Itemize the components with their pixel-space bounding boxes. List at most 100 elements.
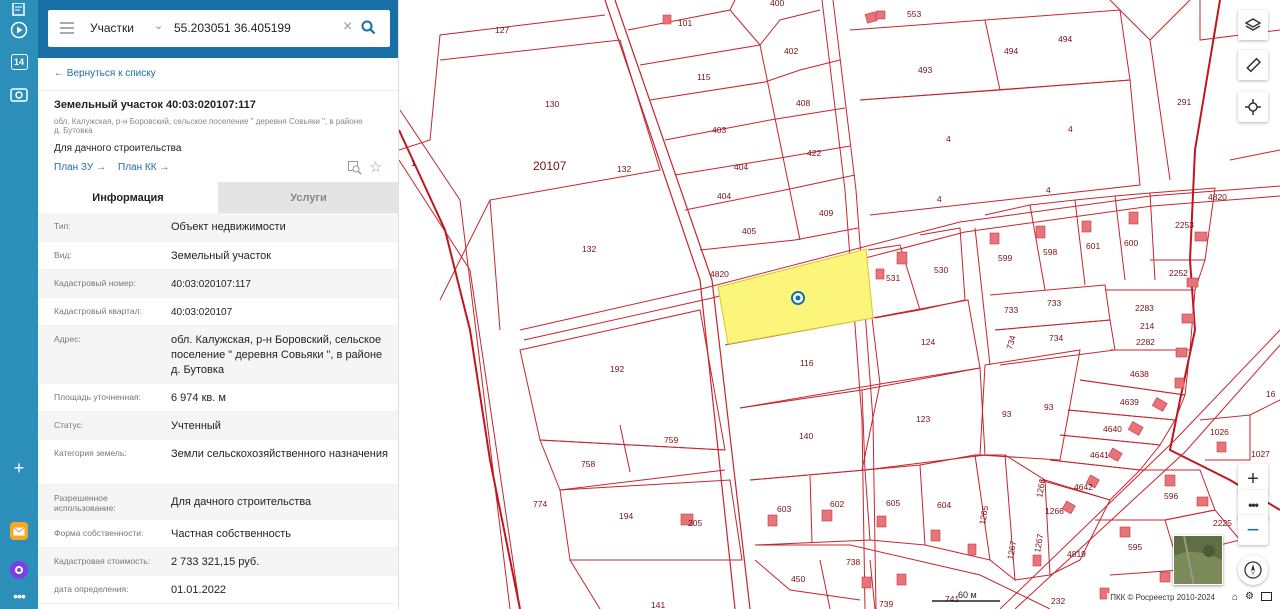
copyright-text: ПКК © Росреестр 2010-2024: [1107, 593, 1218, 602]
parcel-label: 1265: [977, 505, 990, 526]
row-label: Статус:: [54, 420, 84, 430]
parcel-label: 1266: [1045, 506, 1064, 516]
info-row: Форма собственности: Частная собственност…: [38, 520, 398, 548]
more-icon[interactable]: •••: [9, 586, 29, 606]
camera-icon[interactable]: [9, 84, 29, 104]
row-value: Частная собственность: [171, 528, 292, 540]
parcel-label: 192: [610, 364, 624, 374]
calendar-icon[interactable]: 14: [9, 52, 29, 72]
search-icon[interactable]: [361, 20, 376, 40]
ruler-icon: [1246, 57, 1261, 73]
parcel-label: 2252: [1169, 268, 1188, 278]
tools-icon[interactable]: ⚙: [1245, 591, 1254, 602]
plan-kk-link[interactable]: План КК →: [118, 162, 169, 173]
info-row: Площадь уточненная: 6 974 кв. м: [38, 384, 398, 412]
parcel-label: 93: [1002, 409, 1012, 419]
parcel-label: 530: [934, 265, 948, 275]
parcel-label: 759: [664, 435, 678, 445]
row-label: Адрес:: [54, 334, 81, 344]
row-label: Кадастровый квартал:: [54, 306, 142, 316]
parcel-label: 2283: [1135, 303, 1154, 313]
info-row: дата определения: 01.01.2022: [38, 576, 398, 604]
play-icon[interactable]: [9, 20, 29, 40]
layer-select[interactable]: Участки: [90, 21, 134, 35]
scale-bar: 60 м: [932, 590, 1000, 602]
parcel-label: 409: [819, 208, 833, 218]
notes-icon[interactable]: [9, 0, 29, 20]
parcel-label: 4639: [1120, 397, 1139, 407]
parcel-label: 116: [800, 358, 814, 368]
locate-button[interactable]: [1238, 92, 1268, 122]
parcel-label: 194: [619, 511, 633, 521]
parcel-label: 596: [1164, 491, 1178, 501]
assistant-icon[interactable]: [9, 560, 29, 580]
parcel-title: Земельный участок 40:03:020107:117: [54, 99, 256, 111]
parcel-label: 1267: [1005, 540, 1018, 561]
layers-icon: [1245, 18, 1261, 31]
info-row: Тип: Объект недвижимости: [38, 213, 398, 242]
mail-app-icon[interactable]: [9, 521, 29, 541]
parcel-label: 205: [688, 518, 702, 528]
parcel-label: 405: [742, 226, 756, 236]
add-icon[interactable]: +: [9, 458, 29, 478]
compass-button[interactable]: [1238, 555, 1268, 585]
parcel-label: 4: [946, 134, 951, 144]
parcel-label: 422: [807, 148, 821, 158]
parcel-label: 494: [1058, 34, 1072, 44]
parcel-label: 4: [1068, 124, 1073, 134]
parcel-label: 140: [799, 431, 813, 441]
search-input[interactable]: 55.203051 36.405199: [174, 21, 291, 35]
parcel-label: 758: [581, 459, 595, 469]
row-label: Площадь уточненная:: [54, 392, 141, 402]
parcel-label: 16: [1266, 389, 1276, 399]
parcel-label: 2225: [1213, 518, 1232, 528]
cadastral-quarter-link[interactable]: 40:03:020107: [171, 305, 391, 320]
tab-services[interactable]: Услуги: [218, 182, 398, 213]
location-pin-icon: [795, 295, 801, 301]
favorite-star-icon[interactable]: ☆: [369, 158, 382, 176]
parcel-label: 603: [777, 504, 791, 514]
parcel-label: 130: [545, 99, 559, 109]
layers-button[interactable]: [1238, 10, 1268, 40]
row-value: Учтенный: [171, 420, 221, 432]
back-to-list-link[interactable]: ← Вернуться к списку: [54, 68, 156, 79]
parcel-label: 214: [1140, 321, 1154, 331]
parcel-label: 132: [582, 244, 596, 254]
clear-icon[interactable]: ×: [343, 18, 352, 36]
ruler-button[interactable]: [1238, 50, 1268, 80]
parcel-label: 599: [998, 253, 1012, 263]
fullscreen-icon[interactable]: [1261, 592, 1272, 601]
row-label: Форма собственности:: [54, 528, 144, 538]
parcel-label: 734: [1004, 334, 1017, 351]
info-row: Статус: Учтенный: [38, 412, 398, 440]
parcel-label: 1027: [1251, 449, 1270, 459]
compass-icon: [1244, 561, 1262, 579]
zoom-to-icon[interactable]: [348, 161, 362, 180]
parcel-label: 602: [830, 499, 844, 509]
menu-icon[interactable]: [60, 22, 74, 34]
parcel-purpose: Для дачного строительства: [54, 143, 182, 154]
parcel-label: 1: [411, 158, 416, 168]
home-icon[interactable]: ⌂: [1232, 592, 1238, 603]
satellite-thumbnail[interactable]: [1173, 535, 1223, 585]
info-row: Кадастровая стоимость: 2 733 321,15 руб.: [38, 548, 398, 576]
cadastral-map[interactable]: 20107 4820 4820 127 130 132 132 1 101 40…: [399, 0, 1280, 609]
parcel-label: 738: [846, 557, 860, 567]
zoom-out-button[interactable]: −: [1238, 515, 1268, 545]
plan-zu-link[interactable]: План ЗУ →: [54, 162, 106, 173]
row-label: Категория земель:: [54, 448, 127, 458]
info-row: Категория земель: Земли сельскохозяйствен…: [38, 440, 398, 485]
row-value: Земельный участок: [171, 250, 272, 262]
row-label: Вид:: [54, 250, 72, 260]
parcel-label: 4638: [1130, 369, 1149, 379]
row-value: 6 974 кв. м: [171, 392, 226, 404]
svg-text:60 м: 60 м: [958, 590, 977, 600]
tab-info[interactable]: Информация: [38, 182, 218, 213]
chevron-down-icon[interactable]: ⌄: [154, 19, 163, 32]
parcel-label: 404: [734, 162, 748, 172]
parcel-label: 4: [937, 194, 942, 204]
parcel-label: 291: [1177, 97, 1191, 107]
cadastral-number-link[interactable]: 40:03:020107:117: [171, 277, 391, 292]
parcel-label: 132: [617, 164, 631, 174]
info-row: Разрешенное использование: Для дачного ст…: [38, 485, 398, 520]
